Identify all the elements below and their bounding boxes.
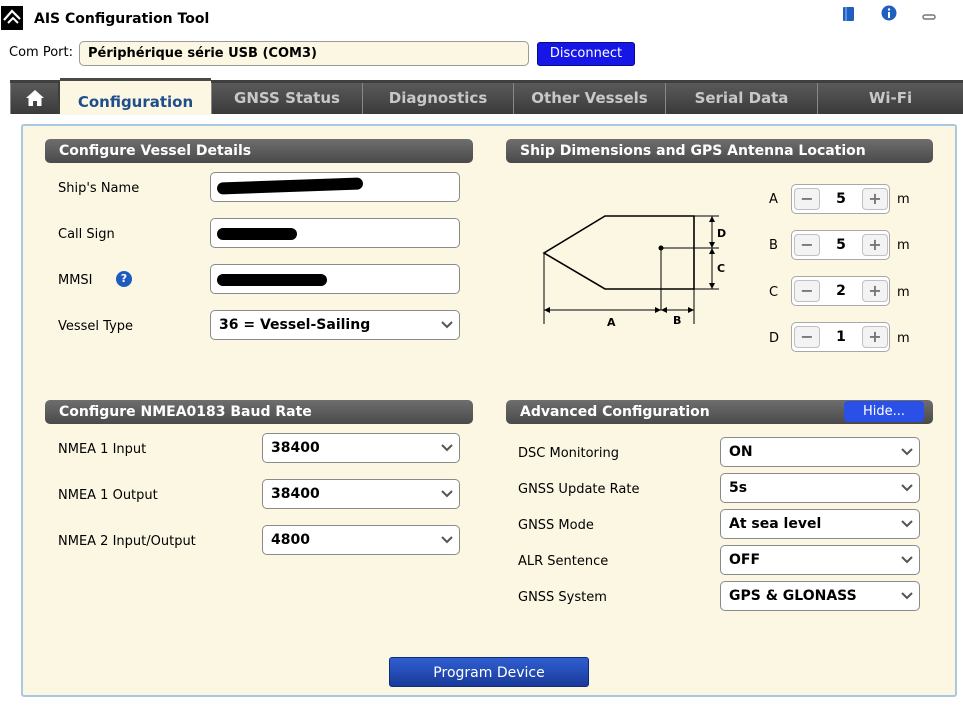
program-device-button[interactable]: Program Device (389, 657, 589, 687)
mmsi-label: MMSI (58, 273, 93, 288)
nmea2-io-value: 4800 (271, 532, 310, 548)
decrement-button[interactable]: − (794, 188, 820, 210)
info-icon[interactable] (881, 5, 897, 25)
gnss-update-rate-label: GNSS Update Rate (518, 482, 640, 497)
increment-button[interactable]: + (862, 326, 888, 348)
unit-label: m (897, 192, 910, 207)
alr-sentence-select[interactable]: OFF (720, 545, 920, 575)
increment-button[interactable]: + (862, 234, 888, 256)
chevron-down-icon (441, 536, 453, 544)
nmea-baud-header: Configure NMEA0183 Baud Rate (45, 400, 473, 424)
chevron-down-icon (901, 484, 913, 492)
comport-label: Com Port: (9, 45, 73, 60)
diagram-label-c: C (717, 262, 725, 275)
chevron-down-icon (441, 321, 453, 329)
tab-wifi[interactable]: Wi-Fi (817, 83, 963, 114)
hide-button[interactable]: Hide... (844, 401, 924, 422)
gnss-update-rate-select[interactable]: 5s (720, 473, 920, 503)
gnss-system-select[interactable]: GPS & GLONASS (720, 581, 920, 611)
diagram-label-b: B (673, 314, 681, 327)
alr-sentence-label: ALR Sentence (518, 554, 609, 569)
chevron-down-icon (441, 490, 453, 498)
dimension-d-stepper[interactable]: − 1 + (791, 322, 890, 352)
comport-field[interactable]: Périphérique série USB (COM3) (79, 41, 529, 66)
tab-other-vessels[interactable]: Other Vessels (513, 83, 665, 114)
nmea1-input-label: NMEA 1 Input (58, 442, 147, 457)
tab-configuration[interactable]: Configuration (60, 78, 211, 115)
unit-label: m (897, 331, 910, 346)
vessel-details-header: Configure Vessel Details (45, 139, 473, 163)
unit-label: m (897, 238, 910, 253)
vessel-type-value: 36 = Vessel-Sailing (219, 317, 371, 333)
diagram-label-a: A (607, 316, 616, 329)
redacted-mark (217, 274, 327, 286)
dimension-c-value: 2 (836, 283, 846, 299)
increment-button[interactable]: + (862, 280, 888, 302)
disconnect-button[interactable]: Disconnect (537, 42, 635, 66)
dimension-label-c: C (769, 285, 779, 300)
book-icon[interactable] (842, 6, 856, 26)
help-icon[interactable]: ? (116, 271, 132, 287)
decrement-button[interactable]: − (794, 234, 820, 256)
home-icon (26, 90, 44, 106)
gnss-system-label: GNSS System (518, 590, 607, 605)
gnss-mode-label: GNSS Mode (518, 518, 594, 533)
dimension-a-stepper[interactable]: − 5 + (791, 184, 890, 214)
nmea1-input-select[interactable]: 38400 (262, 433, 460, 463)
tab-serial-data[interactable]: Serial Data (665, 83, 817, 114)
vessel-type-select[interactable]: 36 = Vessel-Sailing (210, 310, 460, 340)
mmsi-input[interactable] (210, 264, 460, 294)
dimension-a-value: 5 (836, 191, 846, 207)
tab-home[interactable] (10, 83, 58, 114)
app-logo-icon (1, 6, 23, 30)
gnss-system-value: GPS & GLONASS (729, 588, 857, 604)
dimension-label-b: B (769, 238, 778, 253)
nmea1-output-select[interactable]: 38400 (262, 479, 460, 509)
gnss-update-rate-value: 5s (729, 480, 748, 496)
nmea1-input-value: 38400 (271, 440, 320, 456)
chevron-down-icon (901, 448, 913, 456)
ships-name-label: Ship's Name (58, 181, 140, 196)
redacted-mark (216, 177, 364, 195)
ships-name-input[interactable] (210, 172, 460, 202)
chevron-down-icon (901, 520, 913, 528)
app-title: AIS Configuration Tool (34, 11, 210, 27)
unit-label: m (897, 285, 910, 300)
vessel-type-label: Vessel Type (58, 319, 134, 334)
redacted-mark (217, 228, 297, 240)
dimension-c-stepper[interactable]: − 2 + (791, 276, 890, 306)
dimension-label-d: D (769, 331, 780, 346)
chevron-down-icon (901, 556, 913, 564)
dimension-d-value: 1 (836, 329, 846, 345)
nmea1-output-label: NMEA 1 Output (58, 488, 158, 503)
diagram-label-d: D (717, 227, 726, 240)
nmea2-io-label: NMEA 2 Input/Output (58, 534, 196, 549)
call-sign-label: Call Sign (58, 227, 115, 242)
chevron-down-icon (441, 444, 453, 452)
dsc-monitoring-value: ON (729, 444, 753, 460)
decrement-button[interactable]: − (794, 280, 820, 302)
ship-dimensions-header: Ship Dimensions and GPS Antenna Location (506, 139, 933, 163)
dimension-b-value: 5 (836, 237, 846, 253)
dsc-monitoring-label: DSC Monitoring (518, 446, 619, 461)
tab-diagnostics[interactable]: Diagnostics (362, 83, 513, 114)
gnss-mode-select[interactable]: At sea level (720, 509, 920, 539)
decrement-button[interactable]: − (794, 326, 820, 348)
tab-gnss-status[interactable]: GNSS Status (211, 83, 362, 114)
dsc-monitoring-select[interactable]: ON (720, 437, 920, 467)
dimension-label-a: A (769, 192, 778, 207)
increment-button[interactable]: + (862, 188, 888, 210)
nmea1-output-value: 38400 (271, 486, 320, 502)
gnss-mode-value: At sea level (729, 516, 822, 532)
call-sign-input[interactable] (210, 218, 460, 248)
dimension-b-stepper[interactable]: − 5 + (791, 230, 890, 260)
nmea2-io-select[interactable]: 4800 (262, 525, 460, 555)
chevron-down-icon (901, 592, 913, 600)
minimize-icon[interactable] (922, 9, 936, 25)
alr-sentence-value: OFF (729, 552, 761, 568)
ship-dimensions-diagram: A B C D (542, 215, 726, 329)
